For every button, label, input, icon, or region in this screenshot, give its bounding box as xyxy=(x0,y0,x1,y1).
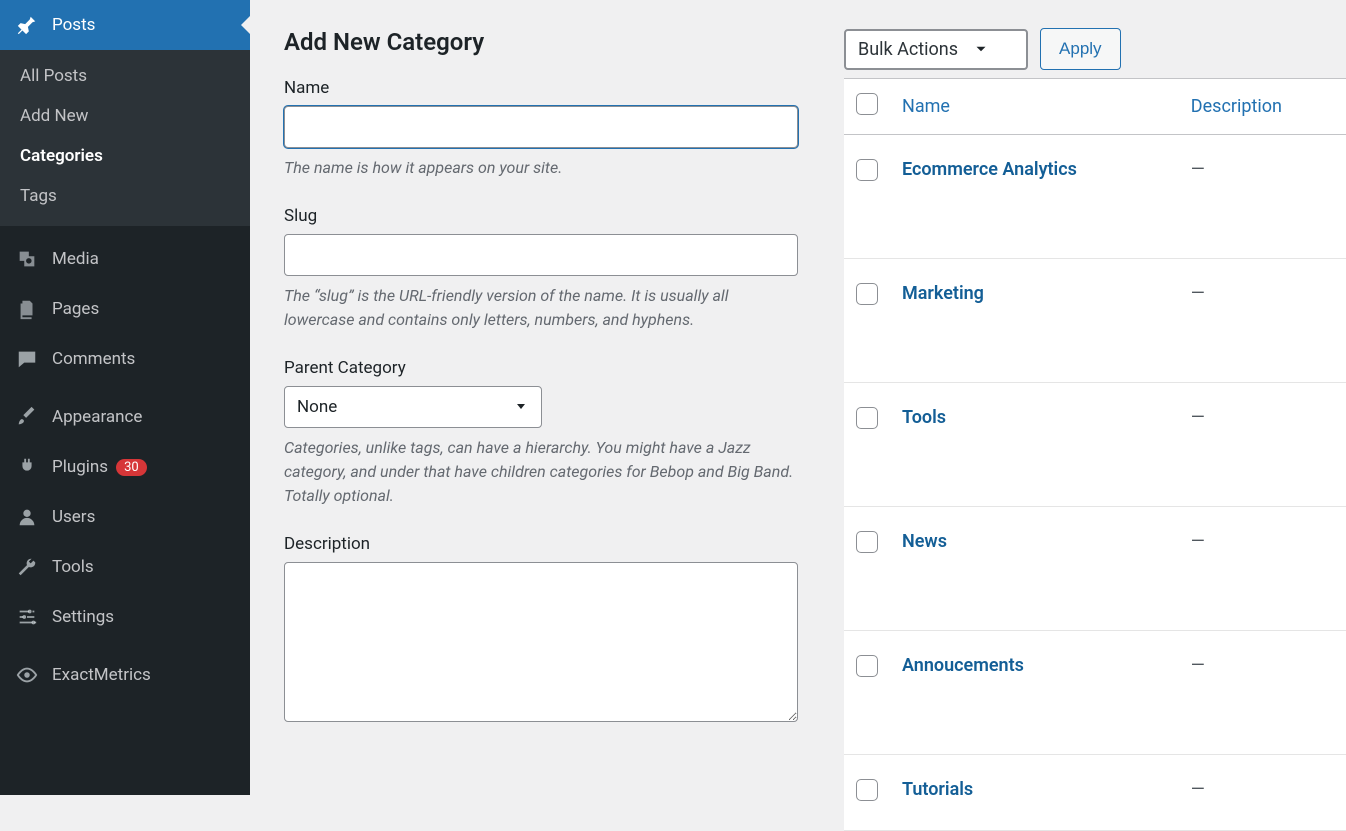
bulk-actions-select[interactable]: Bulk Actions xyxy=(844,29,1028,70)
apply-button[interactable]: Apply xyxy=(1040,28,1121,70)
menu-item-exactmetrics[interactable]: ExactMetrics xyxy=(0,650,250,700)
parent-help: Categories, unlike tags, can have a hier… xyxy=(284,436,798,508)
col-description[interactable]: Description xyxy=(1179,78,1346,135)
parent-label: Parent Category xyxy=(284,358,798,378)
plugins-badge: 30 xyxy=(116,459,147,476)
main-content: Add New Category Name The name is how it… xyxy=(250,0,1346,795)
row-checkbox[interactable] xyxy=(856,283,878,305)
menu-label: Settings xyxy=(52,607,114,627)
eye-icon xyxy=(14,662,40,688)
chevron-down-icon xyxy=(968,40,990,58)
form-heading: Add New Category xyxy=(284,28,798,56)
pages-icon xyxy=(14,296,40,322)
table-row: Marketing — xyxy=(844,259,1346,383)
category-link[interactable]: Marketing xyxy=(902,283,984,304)
submenu-categories[interactable]: Categories xyxy=(0,136,250,176)
category-link[interactable]: Annoucements xyxy=(902,655,1024,676)
menu-item-plugins[interactable]: Plugins 30 xyxy=(0,442,250,492)
category-description: — xyxy=(1179,755,1346,831)
row-checkbox[interactable] xyxy=(856,655,878,677)
category-link[interactable]: Tutorials xyxy=(902,779,973,800)
table-row: Ecommerce Analytics — xyxy=(844,135,1346,259)
menu-label: Comments xyxy=(52,349,135,369)
sliders-icon xyxy=(14,604,40,630)
tablenav: Bulk Actions Apply xyxy=(844,28,1346,70)
add-category-form: Add New Category Name The name is how it… xyxy=(284,28,798,795)
table-row: Tutorials — xyxy=(844,755,1346,831)
name-input[interactable] xyxy=(284,106,798,148)
row-checkbox[interactable] xyxy=(856,779,878,801)
menu-label: Plugins xyxy=(52,457,108,477)
category-description: — xyxy=(1179,507,1346,631)
menu-label: Posts xyxy=(52,15,95,35)
row-checkbox[interactable] xyxy=(856,407,878,429)
category-link[interactable]: Ecommerce Analytics xyxy=(902,159,1077,180)
bulk-actions-label: Bulk Actions xyxy=(858,39,958,60)
select-all-checkbox[interactable] xyxy=(856,93,878,115)
row-checkbox[interactable] xyxy=(856,531,878,553)
parent-select[interactable]: None xyxy=(284,386,542,428)
submenu-all-posts[interactable]: All Posts xyxy=(0,56,250,96)
menu-label: Users xyxy=(52,507,95,527)
menu-label: Pages xyxy=(52,299,99,319)
slug-label: Slug xyxy=(284,206,798,226)
submenu-add-new[interactable]: Add New xyxy=(0,96,250,136)
menu-item-comments[interactable]: Comments xyxy=(0,334,250,384)
posts-submenu: All Posts Add New Categories Tags xyxy=(0,50,250,226)
row-checkbox[interactable] xyxy=(856,159,878,181)
description-textarea[interactable] xyxy=(284,562,798,722)
user-icon xyxy=(14,504,40,530)
wrench-icon xyxy=(14,554,40,580)
menu-label: Tools xyxy=(52,557,94,577)
table-row: Tools — xyxy=(844,383,1346,507)
menu-item-settings[interactable]: Settings xyxy=(0,592,250,642)
menu-item-posts[interactable]: Posts xyxy=(0,0,250,50)
col-name[interactable]: Name xyxy=(890,78,1179,135)
admin-sidebar: Posts All Posts Add New Categories Tags … xyxy=(0,0,250,795)
menu-item-pages[interactable]: Pages xyxy=(0,284,250,334)
table-row: Annoucements — xyxy=(844,631,1346,755)
menu-label: Media xyxy=(52,249,99,269)
name-help: The name is how it appears on your site. xyxy=(284,156,798,180)
slug-help: The “slug” is the URL-friendly version o… xyxy=(284,284,798,332)
submenu-tags[interactable]: Tags xyxy=(0,176,250,216)
category-link[interactable]: Tools xyxy=(902,407,946,428)
description-label: Description xyxy=(284,534,798,554)
categories-table: Name Description Ecommerce Analytics — M… xyxy=(844,78,1346,831)
name-label: Name xyxy=(284,78,798,98)
menu-item-appearance[interactable]: Appearance xyxy=(0,392,250,442)
menu-label: Appearance xyxy=(52,407,142,427)
category-link[interactable]: News xyxy=(902,531,947,552)
pin-icon xyxy=(14,12,40,38)
plug-icon xyxy=(14,454,40,480)
menu-item-tools[interactable]: Tools xyxy=(0,542,250,592)
menu-label: ExactMetrics xyxy=(52,665,151,685)
field-description: Description xyxy=(284,534,798,726)
comment-icon xyxy=(14,346,40,372)
categories-table-wrap: Bulk Actions Apply Name Description xyxy=(844,28,1346,795)
menu-item-media[interactable]: Media xyxy=(0,234,250,284)
field-name: Name The name is how it appears on your … xyxy=(284,78,798,180)
slug-input[interactable] xyxy=(284,234,798,276)
media-icon xyxy=(14,246,40,272)
category-description: — xyxy=(1179,631,1346,755)
field-slug: Slug The “slug” is the URL-friendly vers… xyxy=(284,206,798,332)
menu-item-users[interactable]: Users xyxy=(0,492,250,542)
table-row: News — xyxy=(844,507,1346,631)
brush-icon xyxy=(14,404,40,430)
category-description: — xyxy=(1179,259,1346,383)
field-parent: Parent Category None Categories, unlike … xyxy=(284,358,798,508)
category-description: — xyxy=(1179,383,1346,507)
category-description: — xyxy=(1179,135,1346,259)
